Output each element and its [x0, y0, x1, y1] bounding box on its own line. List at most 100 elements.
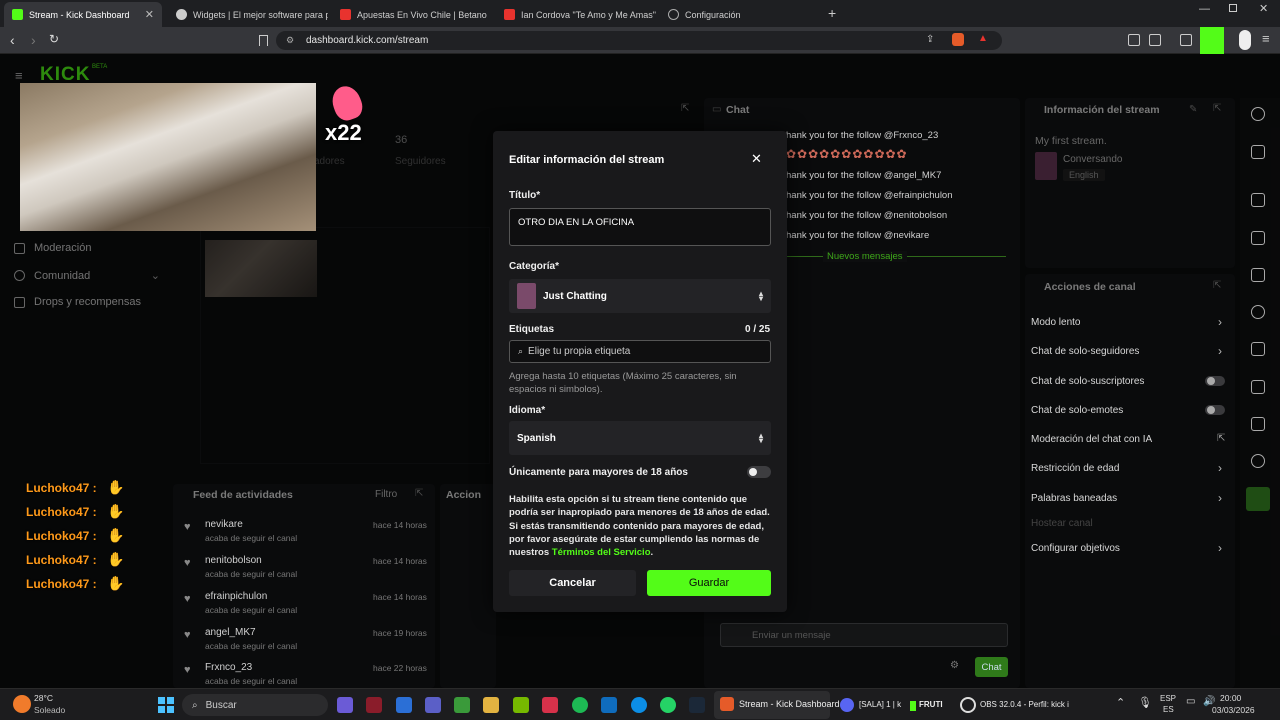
external-link-icon[interactable]: ⇱ — [1217, 433, 1225, 444]
wrench-icon[interactable] — [1251, 417, 1265, 431]
close-tab-icon[interactable]: ✕ — [145, 8, 154, 21]
tab-widgets[interactable]: Widgets | El mejor software para pol — [168, 2, 328, 27]
action-slow-mode[interactable]: Modo lento — [1031, 317, 1080, 328]
camera-icon[interactable] — [1251, 193, 1265, 207]
chevron-right-icon[interactable]: › — [1218, 461, 1222, 475]
taskbar-search[interactable]: ⌕ Buscar — [182, 694, 328, 716]
copilot-icon[interactable] — [337, 697, 353, 713]
action-age-restriction[interactable]: Restricción de edad — [1031, 463, 1119, 474]
tags-input[interactable]: ⌕ Elige tu propia etiqueta — [509, 340, 771, 363]
kick-extension-icon[interactable] — [1200, 27, 1224, 54]
taskbar-app-discord[interactable]: [SALA] 1 | k — [838, 691, 904, 719]
chevron-up-icon[interactable]: ⌃ — [1116, 696, 1125, 709]
action-banned-words[interactable]: Palabras baneadas — [1031, 493, 1117, 504]
weather-temp[interactable]: 28°C — [34, 693, 53, 703]
chat-settings-icon[interactable]: ⚙ — [950, 660, 959, 671]
taskbar-app-obs[interactable]: OBS 32.0.4 - Perfil: kick i — [958, 691, 1070, 719]
whatsapp-icon[interactable] — [660, 697, 676, 713]
microphone-icon[interactable]: 🎙 — [1138, 696, 1152, 709]
bookmark-icon[interactable] — [259, 35, 268, 46]
audio-icon[interactable] — [1251, 342, 1265, 356]
chevron-right-icon[interactable]: › — [1218, 491, 1222, 505]
profile-icon[interactable] — [1239, 30, 1251, 50]
tab-kick-dashboard[interactable]: Stream - Kick Dashboard ✕ — [4, 2, 162, 27]
bolt-icon[interactable] — [1251, 231, 1265, 245]
tab-youtube[interactable]: Ian Cordova "Te Amo y Me Amas" ( V — [496, 2, 656, 27]
layers-icon[interactable] — [1251, 380, 1265, 394]
chat-bubble-icon[interactable] — [1251, 305, 1265, 319]
windows-start-icon[interactable] — [158, 697, 174, 713]
overlay-chat-name: Luchoko47 : — [26, 481, 97, 495]
action-emotes-only[interactable]: Chat de solo-emotes — [1031, 405, 1123, 416]
clock-time[interactable]: 20:00 — [1220, 693, 1241, 703]
file-explorer-icon[interactable] — [483, 697, 499, 713]
action-goals[interactable]: Configurar objetivos — [1031, 543, 1120, 554]
action-followers-only[interactable]: Chat de solo-seguidores — [1031, 346, 1139, 357]
steam-icon[interactable] — [689, 697, 705, 713]
gear-icon — [668, 9, 679, 20]
feed-item-name: angel_MK7 — [205, 627, 256, 638]
language-top[interactable]: ESP — [1160, 694, 1176, 703]
action-ai-moderation[interactable]: Moderación del chat con IA — [1031, 434, 1152, 445]
category-select[interactable]: Just Chatting ▴ ▾ — [509, 279, 771, 313]
feed-item-sub: acaba de seguir el canal — [205, 641, 298, 651]
edit-icon[interactable] — [1251, 145, 1265, 159]
nvidia-icon[interactable] — [513, 697, 529, 713]
tab-configuracion[interactable]: Configuración — [660, 2, 820, 27]
clock-date: 03/03/2026 — [1212, 705, 1255, 715]
title-input[interactable]: OTRO DIA EN LA OFICINA — [509, 208, 771, 246]
clock-icon[interactable] — [1251, 454, 1265, 468]
close-icon[interactable]: ✕ — [751, 151, 762, 167]
add-widget-button[interactable] — [1246, 487, 1270, 511]
chat-send-button[interactable]: Chat — [975, 657, 1008, 677]
select-arrows-icon: ▴ ▾ — [758, 289, 763, 303]
tab-betano[interactable]: Apuestas En Vivo Chile | Betano — [332, 2, 492, 27]
hand-emote-icon: ✋ — [107, 479, 125, 495]
share-icon[interactable]: ⇪ — [926, 34, 934, 45]
teams-icon[interactable] — [425, 697, 441, 713]
maximize-icon[interactable] — [1229, 4, 1237, 12]
save-button[interactable]: Guardar — [647, 570, 771, 596]
tags-counter: 0 / 25 — [745, 324, 771, 335]
action-subscribers-only[interactable]: Chat de solo-suscriptores — [1031, 376, 1144, 387]
heart-icon: ♥ — [184, 521, 191, 533]
brave-icon — [720, 697, 734, 711]
info-icon[interactable] — [1251, 107, 1265, 121]
network-icon[interactable]: ▭ — [1186, 696, 1195, 707]
app-icon[interactable] — [366, 697, 382, 713]
cancel-button[interactable]: Cancelar — [509, 570, 636, 596]
url-field[interactable]: ⚙ dashboard.kick.com/stream ⇪ ▲ — [276, 31, 1002, 50]
sidebar-toggle-icon[interactable] — [1180, 34, 1192, 46]
chevron-right-icon[interactable]: › — [1218, 315, 1222, 329]
site-info-icon[interactable]: ⚙ — [286, 35, 294, 46]
chevron-right-icon[interactable]: › — [1218, 344, 1222, 358]
wallet-icon[interactable] — [1149, 34, 1161, 46]
minimize-icon[interactable]: — — [1199, 3, 1210, 15]
adult-toggle[interactable] — [747, 466, 771, 478]
feed-item-time: hace 19 horas — [373, 628, 427, 638]
back-icon[interactable]: ‹ — [10, 32, 15, 48]
menu-icon[interactable]: ≡ — [1262, 31, 1270, 46]
extensions-icon[interactable] — [1128, 34, 1140, 46]
reload-icon[interactable]: ↻ — [49, 32, 59, 46]
chevron-right-icon[interactable]: › — [1218, 541, 1222, 555]
spotify-icon[interactable] — [572, 697, 588, 713]
emotes-only-toggle[interactable] — [1205, 405, 1225, 415]
edge-icon[interactable] — [631, 697, 647, 713]
forward-icon[interactable]: › — [31, 32, 36, 48]
subscribers-only-toggle[interactable] — [1205, 376, 1225, 386]
close-window-icon[interactable]: ✕ — [1259, 2, 1268, 15]
app-icon[interactable] — [601, 697, 617, 713]
brave-shield-icon[interactable] — [952, 33, 964, 46]
app-icon[interactable] — [542, 697, 558, 713]
new-tab-button[interactable]: + — [828, 5, 836, 21]
taskbar-app-kick[interactable]: Stream - Kick Dashboard — [714, 691, 840, 719]
clipboard-icon[interactable] — [1251, 268, 1265, 282]
outlook-icon[interactable] — [396, 697, 412, 713]
youtube-favicon-icon — [504, 9, 515, 20]
minecraft-icon[interactable] — [454, 697, 470, 713]
terms-link[interactable]: Términos del Servicio — [552, 547, 651, 558]
language-select[interactable]: Spanish ▴ ▾ — [509, 421, 771, 455]
brave-rewards-icon[interactable]: ▲ — [978, 33, 988, 44]
taskbar-app-fruti[interactable]: FRUTI — [908, 691, 956, 719]
